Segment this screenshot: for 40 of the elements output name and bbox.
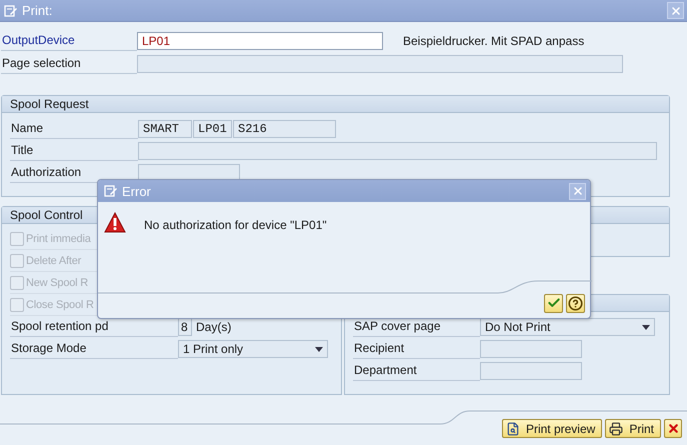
checkmark-icon [546,296,560,310]
checkbox-label: New Spool R [26,276,88,288]
name-field[interactable]: LP01 [193,120,232,138]
name-field[interactable]: SMART [138,120,192,138]
close-icon [572,185,584,197]
warning-icon [104,212,126,233]
retention-field[interactable]: 8 [178,318,192,336]
document-search-icon [506,422,520,436]
checkbox-label: Close Spool R [26,298,94,310]
name-field[interactable]: S216 [233,120,336,138]
output-device-field[interactable]: LP01 [137,32,383,50]
close-button[interactable] [667,2,684,19]
page-selection-field[interactable] [137,54,623,72]
close-icon [670,4,682,16]
help-button[interactable] [566,294,585,312]
close-icon [666,422,680,435]
printer-icon [609,422,624,436]
dropdown-arrow-icon [642,324,650,330]
dialog-title: Error [122,184,152,198]
storage-mode-dropdown[interactable]: 1 Print only [178,340,328,358]
dropdown-arrow-icon [315,346,323,352]
input-field[interactable] [480,362,582,380]
cover-page-dropdown[interactable]: Do Not Print [480,318,655,336]
input-field[interactable] [480,340,582,358]
unit-label: Day(s) [196,320,232,334]
print-button[interactable]: Print [605,419,661,438]
checkbox-label: Delete After [26,254,82,266]
confirm-button[interactable] [544,294,563,312]
cancel-button[interactable] [664,419,682,438]
field-label: Storage Mode [10,339,178,359]
device-description: Beispieldrucker. Mit SPAD anpass [403,34,584,48]
input-field[interactable] [138,142,657,160]
window-icon [104,185,118,197]
window-icon [4,4,18,16]
checkbox-label: Print immedia [26,232,91,244]
print-preview-button[interactable]: Print preview [502,419,602,438]
close-button[interactable] [569,182,586,200]
window-title: Print: [22,3,54,18]
panel-title: Spool Request [2,96,669,113]
help-icon [568,296,583,310]
